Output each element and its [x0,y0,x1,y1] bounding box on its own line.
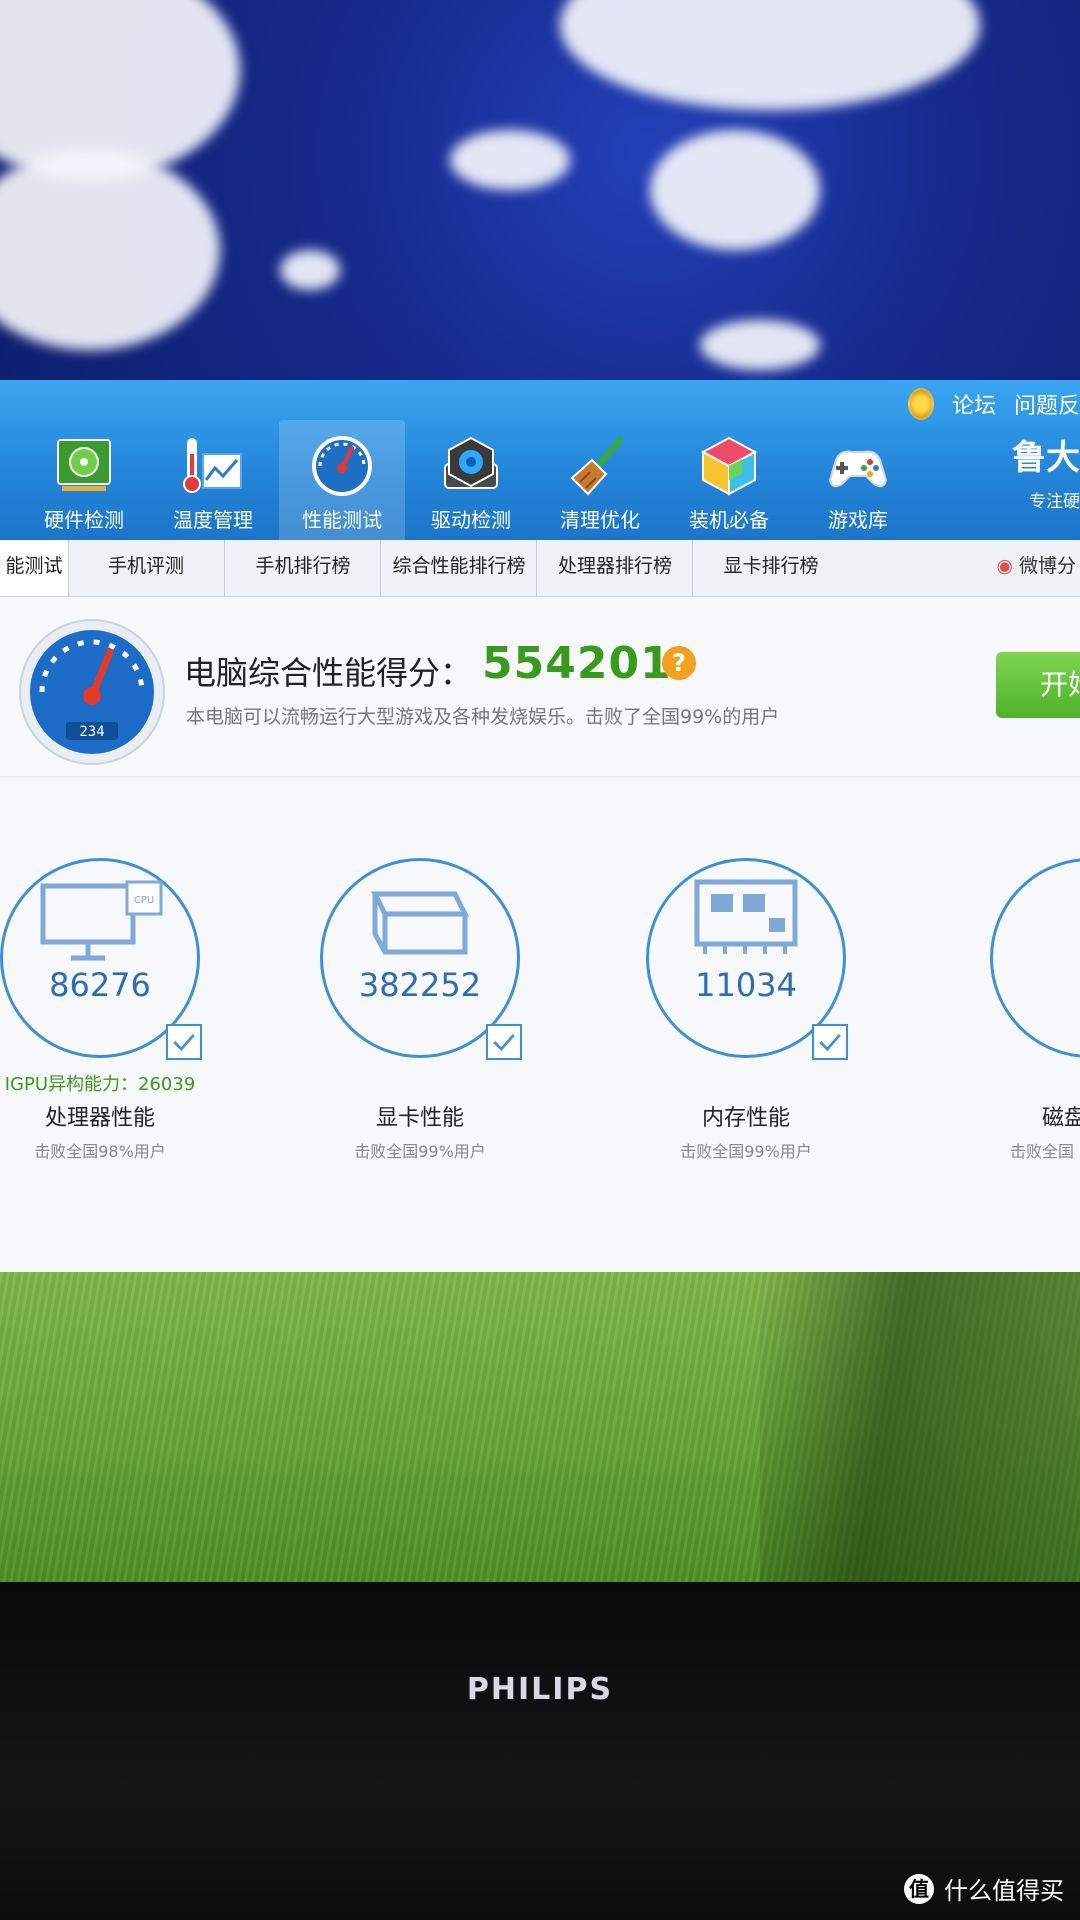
metric-rank: 击败全国99%用户 [354,1142,486,1161]
checkbox[interactable] [486,1024,522,1060]
metric-score: 382252 [358,966,482,1004]
cube-icon [700,436,758,496]
tool-label: 游戏库 [828,508,888,532]
score-title: 电脑综合性能得分： [184,654,473,692]
score-value: 554201 [482,638,672,689]
tool-label: 性能测试 [302,508,382,532]
weibo-label: 微博分 [1018,555,1076,577]
tab-phone-review[interactable]: 手机评测 [68,540,224,596]
tab-performance-test[interactable]: 能测试 [0,540,69,596]
metric-name: 磁盘 [1042,1106,1080,1131]
check-icon [173,1034,195,1052]
metric-score: 11034 [695,966,797,1004]
watermark: 值 什么值得买 [904,1871,1064,1906]
gamepad-icon [828,450,888,488]
weibo-share-link[interactable]: ◉ 微博分 [996,540,1080,596]
tool-label: 温度管理 [173,508,253,532]
monitor-cpu-icon: CPU [40,880,163,961]
app-window: 论坛 问题反 硬件检测 温度管理 性能测试 驱动检测 清理优化 装机必备 游戏库… [0,380,1080,1272]
title-bar: 论坛 问题反 硬件检测 温度管理 性能测试 驱动检测 清理优化 装机必备 游戏库… [0,380,1080,540]
tab-bar: 能测试 手机评测 手机排行榜 综合性能排行榜 处理器排行榜 显卡排行榜 ◉ 微博… [0,540,1080,597]
metric-cpu: CPU 86276 IGPU异构能力：26039 处理器性能 击败全国98%用户 [0,858,280,1161]
watermark-logo-icon: 值 [904,1873,934,1904]
thermometer-chart-icon [183,438,242,493]
metric-memory: 11034 内存性能 击败全国99%用户 [596,858,926,1161]
metric-name: 处理器性能 [44,1106,155,1131]
tab-gpu-ranking[interactable]: 显卡排行榜 [692,540,849,596]
cloud [450,130,570,190]
metric-gpu: 382252 显卡性能 击败全国99%用户 [270,858,600,1161]
hardware-card-icon [57,439,111,491]
brand-title: 鲁大 [1012,438,1080,478]
wallpaper-grass [0,1272,1080,1582]
driver-gear-icon [444,436,498,489]
cloud [560,0,980,110]
tool-temperature[interactable]: 温度管理 [150,420,276,540]
tool-cleanup[interactable]: 清理优化 [537,420,663,540]
broom-icon [570,437,623,496]
grass-shadow [760,1272,1080,1582]
tool-hardware[interactable]: 硬件检测 [21,420,147,540]
tool-games[interactable]: 游戏库 [795,420,921,540]
gpu-box-icon [370,891,470,955]
check-icon [493,1034,515,1052]
checkbox[interactable] [166,1024,202,1060]
tool-label: 清理优化 [560,508,640,532]
tool-performance[interactable]: 性能测试 [279,420,405,540]
score-panel: 234 电脑综合性能得分： 554201 ? 本电脑可以流畅运行大型游戏及各种发… [0,596,1080,777]
metric-score: 86276 [49,966,151,1004]
cloud [650,130,820,250]
tool-label: 硬件检测 [44,508,124,532]
cloud [0,150,220,350]
metric-rank: 击败全国99%用户 [680,1142,812,1161]
gauge-readout: 234 [79,724,104,740]
feedback-link[interactable]: 问题反 [1014,388,1080,420]
cloud [700,320,820,370]
start-test-button[interactable]: 开始 [996,652,1080,718]
tool-label: 驱动检测 [431,508,511,532]
forum-link[interactable]: 论坛 [952,388,996,420]
memory-chip-icon [694,879,798,954]
weibo-icon: ◉ [996,555,1013,577]
wallpaper-sky [0,0,1080,380]
svg-text:CPU: CPU [134,895,154,906]
brand-subtitle: 专注硬 [1029,492,1080,512]
medal-icon[interactable] [907,388,934,420]
help-icon[interactable]: ? [662,646,696,680]
metric-disk: 48 磁盘 击败全国 [940,858,1080,1161]
tab-cpu-ranking[interactable]: 处理器排行榜 [536,540,693,596]
score-subtitle: 本电脑可以流畅运行大型游戏及各种发烧娱乐。击败了全国99%的用户 [186,706,780,728]
metric-rank: 击败全国 [1010,1142,1075,1161]
monitor-brand-logo: PHILIPS [466,1672,614,1707]
metric-name: 显卡性能 [375,1106,464,1131]
metric-rank: 击败全国98%用户 [34,1142,166,1161]
tab-phone-ranking[interactable]: 手机排行榜 [224,540,381,596]
score-gauge-icon: 234 [19,619,165,765]
tool-driver[interactable]: 驱动检测 [408,420,534,540]
tab-overall-ranking[interactable]: 综合性能排行榜 [380,540,537,596]
igpu-score: IGPU异构能力：26039 [4,1074,196,1095]
watermark-text: 什么值得买 [944,1877,1064,1905]
main-toolbar: 硬件检测 温度管理 性能测试 驱动检测 清理优化 装机必备 游戏库 [0,420,1080,540]
disk-icon [1025,874,1080,964]
check-icon [819,1034,841,1052]
monitor-bezel: PHILIPS 值 什么值得买 [0,1582,1080,1920]
tool-label: 装机必备 [689,508,769,532]
cloud [280,250,340,290]
brand: 鲁大 专注硬 [1012,430,1080,512]
checkbox[interactable] [812,1024,848,1060]
tool-essentials[interactable]: 装机必备 [666,420,792,540]
metric-name: 内存性能 [701,1106,790,1131]
title-links: 论坛 问题反 [907,386,1080,422]
speedometer-icon [312,436,372,496]
metric-score: 48 [1030,966,1080,1004]
